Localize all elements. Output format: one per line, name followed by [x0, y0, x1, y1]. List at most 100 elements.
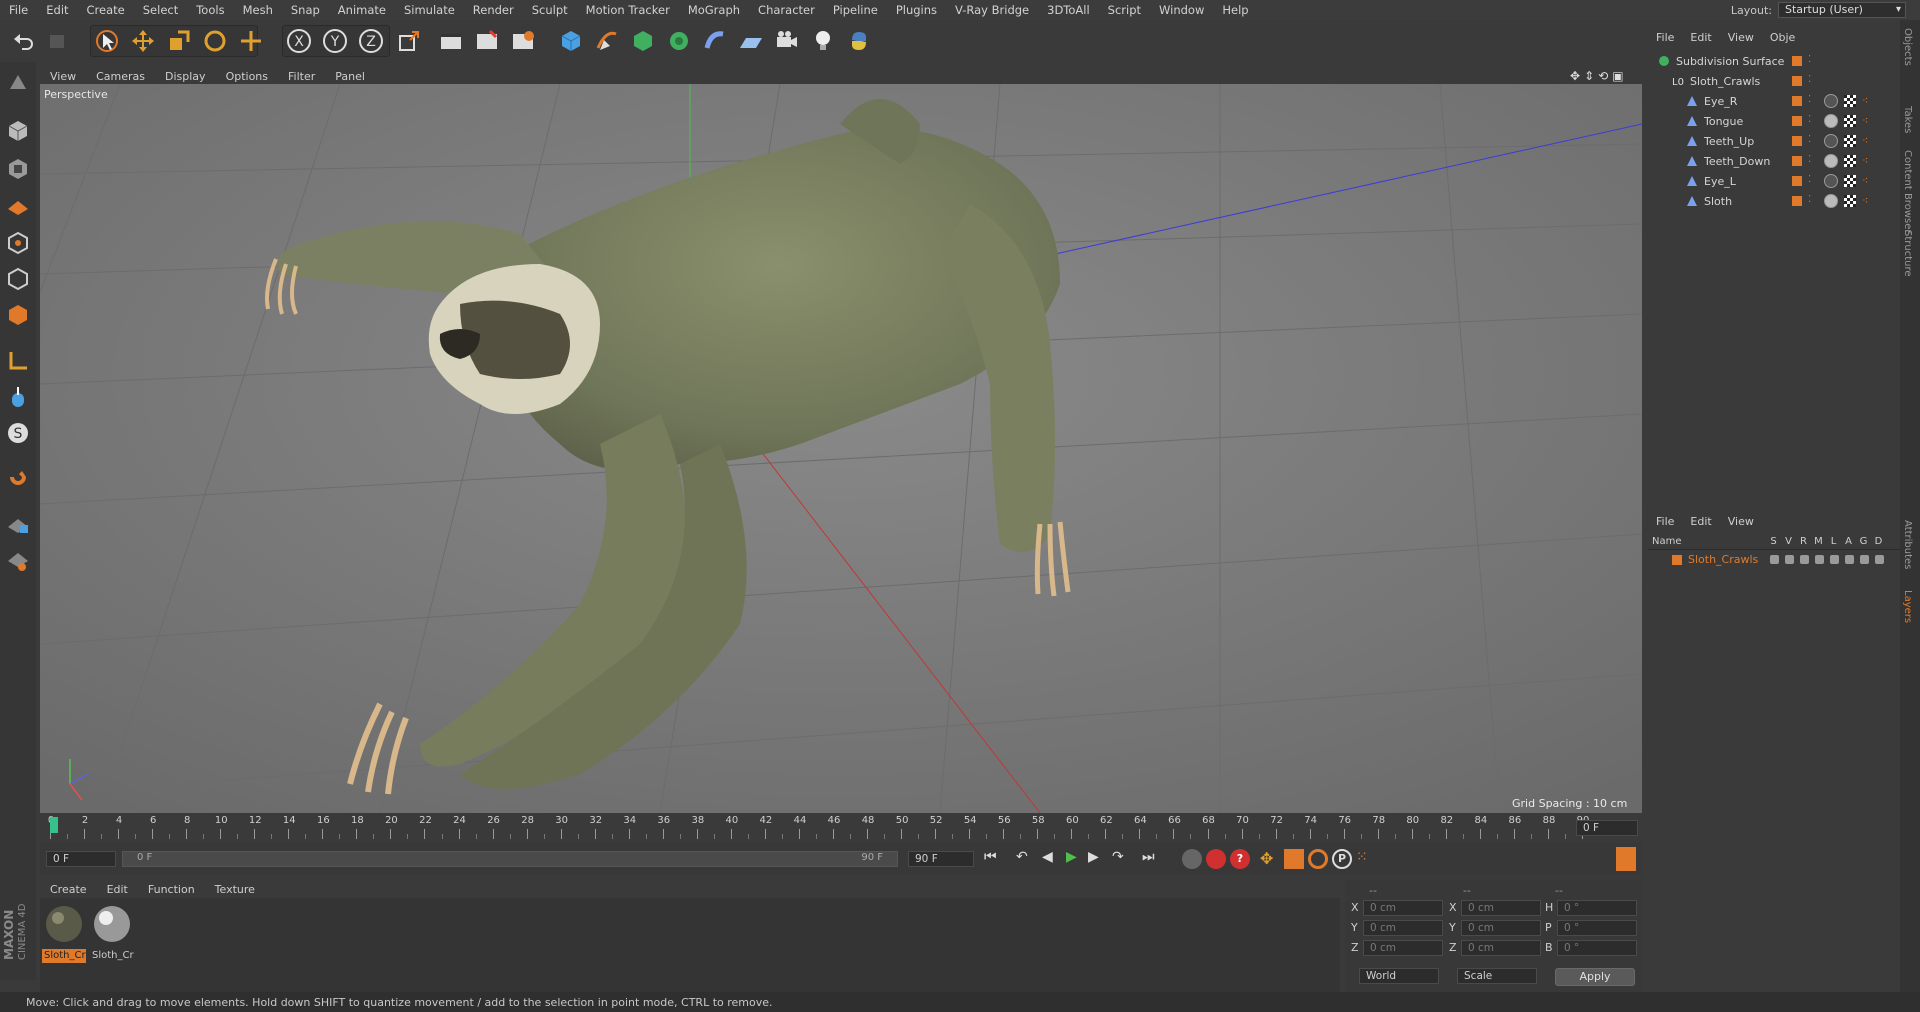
layer-column-v[interactable]: V — [1781, 536, 1796, 547]
layer-menu-view[interactable]: View — [1720, 515, 1762, 528]
keyframe-selection-icon[interactable]: ? — [1230, 849, 1250, 869]
menu-script[interactable]: Script — [1099, 3, 1150, 17]
redo-icon[interactable] — [42, 26, 72, 56]
model-mode-icon[interactable] — [3, 116, 33, 146]
key-parameter-icon[interactable]: P — [1332, 849, 1352, 869]
layer-flag-icon[interactable] — [1800, 555, 1809, 564]
menu-select[interactable]: Select — [134, 3, 187, 17]
layer-color-chip[interactable] — [1792, 56, 1802, 66]
object-row[interactable]: Tongue ⁚ ⁖ — [1648, 112, 1900, 132]
coord-value-field[interactable]: 0 ° — [1557, 940, 1637, 956]
object-row[interactable]: Sloth ⁚ ⁖ — [1648, 192, 1900, 212]
menu-help[interactable]: Help — [1213, 3, 1257, 17]
previous-frame-icon[interactable]: ◀ — [1042, 849, 1066, 869]
render-picture-viewer-icon[interactable] — [472, 26, 502, 56]
layer-color-chip[interactable] — [1792, 136, 1802, 146]
points-mode-icon[interactable] — [3, 228, 33, 258]
visibility-dots-icon[interactable]: ⁚ — [1808, 174, 1811, 185]
visibility-dots-icon[interactable]: ⁚ — [1808, 114, 1811, 125]
make-editable-icon[interactable] — [3, 68, 33, 98]
viewport-scene[interactable] — [40, 84, 1642, 813]
object-row[interactable]: Eye_R ⁚ ⁖ — [1648, 92, 1900, 112]
visibility-dots-icon[interactable]: ⁚ — [1808, 134, 1811, 145]
material-menu-edit[interactable]: Edit — [97, 883, 138, 896]
render-view-icon[interactable] — [436, 26, 466, 56]
array-icon[interactable] — [664, 26, 694, 56]
scale-tool-icon[interactable] — [164, 26, 194, 56]
material-tag-icon[interactable] — [1824, 94, 1838, 108]
object-menu-view[interactable]: View — [1720, 31, 1762, 44]
python-icon[interactable] — [844, 26, 874, 56]
autokey-icon[interactable] — [1206, 849, 1226, 869]
layer-flag-icon[interactable] — [1815, 555, 1824, 564]
layer-flag-icon[interactable] — [1785, 555, 1794, 564]
start-frame-field[interactable]: 0 F — [46, 851, 116, 867]
material-menu-create[interactable]: Create — [40, 883, 97, 896]
coord-value-field[interactable]: 0 cm — [1363, 940, 1443, 956]
texture-mode-icon[interactable] — [3, 154, 33, 184]
pen-spline-icon[interactable] — [592, 26, 622, 56]
dolly-icon[interactable]: ⇕ — [1584, 69, 1594, 83]
key-rotation-icon[interactable] — [1308, 849, 1328, 869]
material-tag-icon[interactable] — [1824, 134, 1838, 148]
coord-value-field[interactable]: 0 cm — [1461, 920, 1541, 936]
menu-motion-tracker[interactable]: Motion Tracker — [577, 3, 679, 17]
object-row[interactable]: Subdivision Surface ⁚ — [1648, 52, 1900, 72]
layer-column-g[interactable]: G — [1856, 536, 1871, 547]
material-tag-icon[interactable] — [1824, 154, 1838, 168]
layer-color-chip[interactable] — [1792, 116, 1802, 126]
floor-icon[interactable] — [736, 26, 766, 56]
timeline-ruler[interactable]: 0246810121416182022242628303234363840424… — [40, 813, 1642, 843]
layer-column-r[interactable]: R — [1796, 536, 1811, 547]
layer-menu-file[interactable]: File — [1648, 515, 1682, 528]
go-to-end-icon[interactable]: ⏭ — [1142, 849, 1166, 869]
pan-icon[interactable]: ✥ — [1570, 69, 1580, 83]
texture-tag-icon[interactable] — [1844, 115, 1856, 127]
end-frame-field[interactable]: 90 F — [908, 851, 974, 867]
layer-column-m[interactable]: M — [1811, 536, 1826, 547]
texture-tag-icon[interactable] — [1844, 155, 1856, 167]
key-scale-icon[interactable] — [1284, 849, 1304, 869]
current-frame-field[interactable]: 0 F — [1576, 820, 1638, 836]
go-to-start-icon[interactable]: ⏮ — [984, 849, 1008, 869]
layer-color-chip[interactable] — [1792, 96, 1802, 106]
menu-create[interactable]: Create — [78, 3, 134, 17]
menu-window[interactable]: Window — [1150, 3, 1213, 17]
z-axis-lock-icon[interactable]: Z — [356, 26, 386, 56]
side-tab-structure[interactable]: Structure — [1902, 230, 1913, 277]
camera-icon[interactable] — [772, 26, 802, 56]
material-tag-icon[interactable] — [1824, 174, 1838, 188]
visibility-dots-icon[interactable]: ⁚ — [1808, 94, 1811, 105]
side-tab-objects[interactable]: Objects — [1902, 28, 1913, 66]
menu-snap[interactable]: Snap — [282, 3, 329, 17]
side-tab-content-browser[interactable]: Content Browser — [1902, 150, 1913, 233]
object-menu-edit[interactable]: Edit — [1682, 31, 1719, 44]
play-forward-icon[interactable]: ▶ — [1066, 849, 1090, 869]
side-tab-takes[interactable]: Takes — [1902, 106, 1913, 133]
coord-value-field[interactable]: 0 ° — [1557, 920, 1637, 936]
apply-button[interactable]: Apply — [1555, 968, 1635, 986]
render-settings-icon[interactable] — [508, 26, 538, 56]
snap-icon[interactable]: S — [3, 418, 33, 448]
playhead-marker[interactable] — [50, 817, 58, 833]
material-menu-texture[interactable]: Texture — [205, 883, 265, 896]
material-swatch-1[interactable]: Sloth_Cr — [42, 902, 86, 963]
workplane-icon[interactable] — [3, 190, 33, 220]
visibility-dots-icon[interactable]: ⁚ — [1808, 154, 1811, 165]
cube-primitive-icon[interactable] — [556, 26, 586, 56]
object-row[interactable]: Teeth_Down ⁚ ⁖ — [1648, 152, 1900, 172]
layer-column-l[interactable]: L — [1826, 536, 1841, 547]
x-axis-lock-icon[interactable]: X — [284, 26, 314, 56]
menu-mograph[interactable]: MoGraph — [679, 3, 749, 17]
menu-animate[interactable]: Animate — [329, 3, 395, 17]
y-axis-lock-icon[interactable]: Y — [320, 26, 350, 56]
visibility-dots-icon[interactable]: ⁚ — [1808, 74, 1811, 85]
visibility-dots-icon[interactable]: ⁚ — [1808, 54, 1811, 65]
skin-tag-icon[interactable]: ⁖ — [1862, 154, 1868, 167]
polygons-mode-icon[interactable] — [3, 300, 33, 330]
undo-icon[interactable] — [8, 26, 38, 56]
layer-column-d[interactable]: D — [1871, 536, 1886, 547]
menu-v-ray-bridge[interactable]: V-Ray Bridge — [946, 3, 1038, 17]
side-tab-attributes[interactable]: Attributes — [1902, 520, 1913, 569]
skin-tag-icon[interactable]: ⁖ — [1862, 134, 1868, 147]
